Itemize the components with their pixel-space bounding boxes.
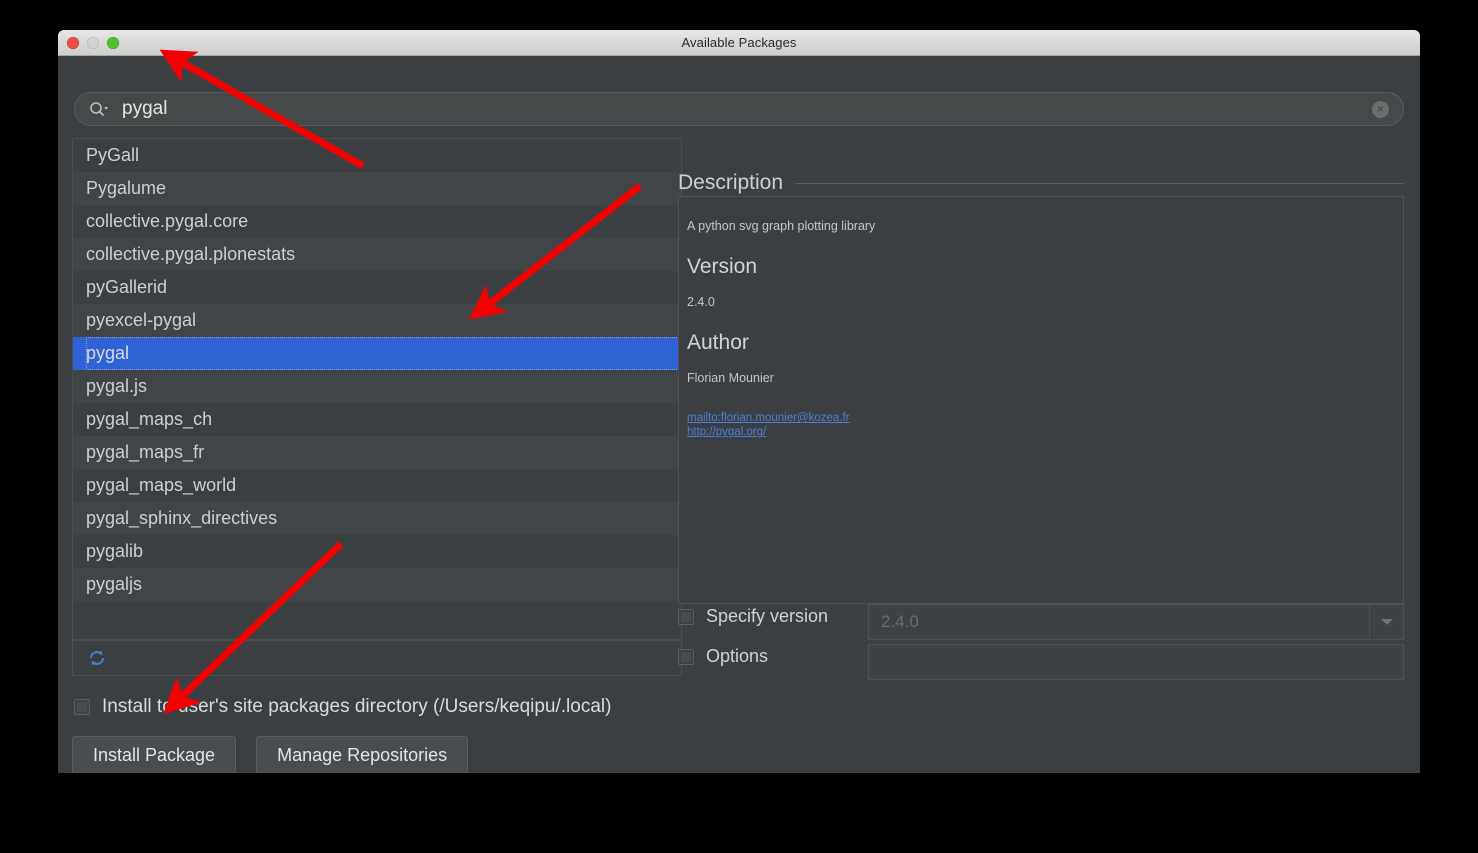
- description-header: Description: [678, 171, 1404, 195]
- search-field[interactable]: ×: [74, 92, 1404, 126]
- package-list-item[interactable]: pygal_sphinx_directives: [73, 502, 681, 535]
- options-checkbox[interactable]: [678, 648, 694, 665]
- package-list-item[interactable]: PyGall: [73, 139, 681, 172]
- install-user-site-row[interactable]: Install to user's site packages director…: [74, 696, 611, 718]
- refresh-icon[interactable]: [87, 648, 107, 668]
- author-mail-link[interactable]: mailto:florian.mounier@kozea.fr: [687, 411, 1391, 425]
- chevron-down-icon[interactable]: [1369, 605, 1403, 639]
- package-list[interactable]: PyGall Pygalume collective.pygal.core colle…: [72, 138, 682, 640]
- zoom-window-button[interactable]: [107, 37, 119, 49]
- package-list-item[interactable]: pygal.js: [73, 370, 681, 403]
- dialog-buttons: Install Package Manage Repositories: [72, 736, 469, 773]
- package-list-item[interactable]: pygaljs: [73, 568, 681, 601]
- specify-version-label: Specify version: [706, 606, 829, 626]
- search-input[interactable]: [120, 97, 1372, 121]
- screen: Available Packages × PyGallPygalumecolle…: [0, 0, 1478, 853]
- author-value: Florian Mounier: [687, 371, 774, 385]
- package-list-item[interactable]: pygal: [73, 337, 681, 370]
- project-home-link[interactable]: http://pygal.org/: [687, 425, 1391, 439]
- package-list-item[interactable]: pyGallerid: [73, 271, 681, 304]
- install-package-button[interactable]: Install Package: [72, 736, 237, 773]
- available-packages-window: Available Packages × PyGallPygalumecolle…: [58, 30, 1420, 773]
- install-user-site-label: Install to user's site packages director…: [102, 696, 612, 717]
- author-heading: Author: [687, 331, 749, 354]
- version-value: 2.4.0: [687, 295, 715, 309]
- window-title: Available Packages: [681, 35, 797, 50]
- install-user-site-checkbox[interactable]: [74, 699, 90, 715]
- specify-version-checkbox[interactable]: [678, 608, 694, 625]
- description-divider: [795, 182, 1404, 184]
- search-icon[interactable]: [89, 101, 108, 118]
- description-title: Description: [678, 171, 784, 194]
- package-list-footer: [72, 640, 682, 676]
- close-window-button[interactable]: [67, 37, 79, 49]
- specify-version-combobox[interactable]: 2.4.0: [868, 604, 1404, 640]
- package-summary: A python svg graph plotting library: [687, 219, 876, 233]
- specify-version-value: 2.4.0: [881, 612, 919, 631]
- specify-version-row: Specify version: [678, 606, 828, 627]
- clear-search-icon[interactable]: ×: [1372, 100, 1389, 118]
- description-panel: A python svg graph plotting library Vers…: [678, 196, 1404, 604]
- package-list-item[interactable]: pyexcel-pygal: [73, 304, 681, 337]
- minimize-window-button[interactable]: [87, 37, 99, 49]
- package-list-item[interactable]: collective.pygal.core: [73, 205, 681, 238]
- package-list-item[interactable]: pygal_maps_fr: [73, 436, 681, 469]
- window-body: × PyGallPygalumecollective.pygal.corecol…: [58, 56, 1420, 773]
- package-list-item[interactable]: pygalib: [73, 535, 681, 568]
- package-list-item[interactable]: Pygalume: [73, 172, 681, 205]
- window-traffic-lights: [67, 37, 119, 49]
- package-list-item[interactable]: pygal_maps_ch: [73, 403, 681, 436]
- package-list-item-label: pygal: [86, 337, 681, 370]
- package-list-item[interactable]: pygal_maps_world: [73, 469, 681, 502]
- options-row: Options: [678, 646, 768, 667]
- window-titlebar: Available Packages: [58, 30, 1420, 56]
- options-label: Options: [706, 646, 769, 666]
- manage-repositories-button[interactable]: Manage Repositories: [256, 736, 469, 773]
- options-input[interactable]: [868, 644, 1404, 680]
- package-links: mailto:florian.mounier@kozea.fr http://p…: [687, 411, 1391, 440]
- package-list-item[interactable]: collective.pygal.plonestats: [73, 238, 681, 271]
- version-heading: Version: [687, 255, 758, 278]
